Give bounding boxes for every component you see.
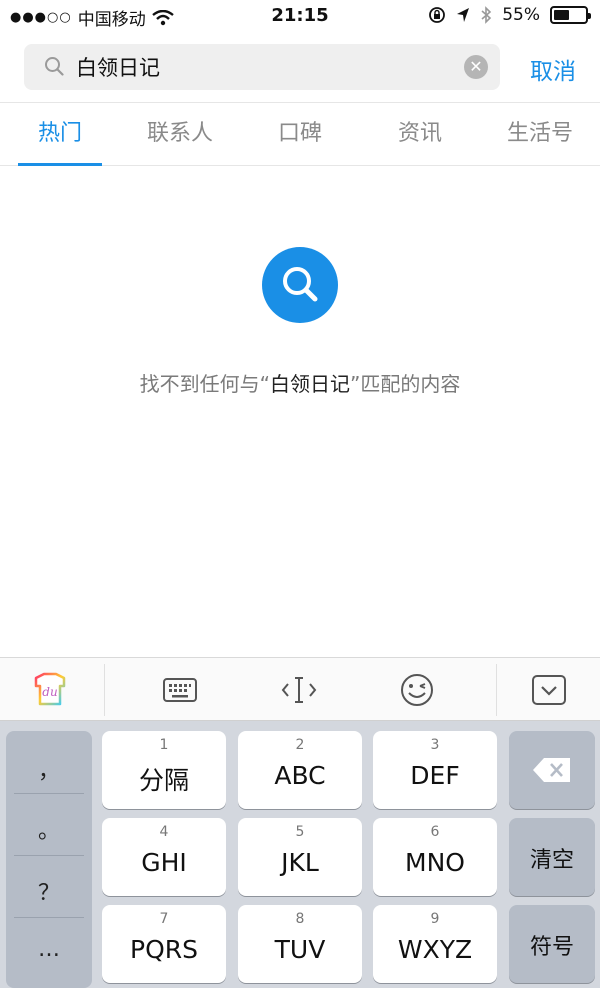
tab-news[interactable]: 资讯 bbox=[360, 103, 480, 165]
search-input[interactable] bbox=[76, 48, 456, 86]
collapse-icon[interactable] bbox=[529, 670, 569, 710]
toolbar-divider bbox=[104, 664, 105, 716]
search-row: ✕ 取消 bbox=[0, 34, 600, 102]
key-3[interactable]: 3 DEF bbox=[373, 731, 497, 809]
rotation-lock-icon bbox=[429, 7, 446, 23]
status-bar: ●●●○○ 中国移动 21:15 55% bbox=[0, 0, 600, 34]
key-number: 3 bbox=[430, 737, 440, 753]
punct-ellipsis-key[interactable]: … bbox=[6, 937, 92, 962]
status-right: 55% bbox=[428, 5, 591, 25]
key-label: PQRS bbox=[130, 935, 198, 964]
key-number: 6 bbox=[430, 824, 440, 840]
tab-koubei[interactable]: 口碑 bbox=[240, 103, 360, 165]
key-7[interactable]: 7 PQRS bbox=[102, 905, 226, 983]
key-number: 8 bbox=[295, 911, 305, 927]
keyboard: ， 。 ？ … 1 分隔 2 ABC 3 DEF 4 GHI 5 JKL 6 M… bbox=[0, 721, 600, 988]
tab-bar: 热门 联系人 口碑 资讯 生活号 bbox=[0, 102, 600, 166]
search-box[interactable]: ✕ bbox=[24, 44, 500, 90]
key-number: 7 bbox=[159, 911, 169, 927]
emoji-icon[interactable] bbox=[397, 670, 437, 710]
punctuation-column[interactable]: ， 。 ？ … bbox=[6, 731, 92, 988]
punct-question-key[interactable]: ？ bbox=[6, 875, 92, 907]
symbol-key-label: 符号 bbox=[529, 935, 574, 960]
empty-message-query: 白领日记 bbox=[270, 372, 350, 396]
svg-text:du: du bbox=[42, 685, 57, 699]
ime-logo-icon[interactable]: du bbox=[30, 670, 70, 710]
bluetooth-icon bbox=[481, 6, 492, 24]
key-8[interactable]: 8 TUV bbox=[238, 905, 362, 983]
empty-message-prefix: 找不到任何与“ bbox=[139, 372, 270, 396]
battery-percent: 55% bbox=[502, 5, 540, 25]
screen: ●●●○○ 中国移动 21:15 55% 白领日记 ✕ 取消 热门 联系人 口碑… bbox=[0, 0, 600, 988]
key-label: 分隔 bbox=[138, 766, 189, 795]
key-9[interactable]: 9 WXYZ bbox=[373, 905, 497, 983]
punct-divider bbox=[14, 917, 84, 918]
symbol-key[interactable]: 符号 bbox=[509, 905, 595, 983]
punct-period-key[interactable]: 。 bbox=[6, 813, 92, 845]
key-5[interactable]: 5 JKL bbox=[238, 818, 362, 896]
empty-message-suffix: ”匹配的内容 bbox=[350, 372, 461, 396]
key-label: TUV bbox=[274, 935, 326, 964]
key-label: WXYZ bbox=[397, 935, 473, 964]
key-1[interactable]: 1 分隔 bbox=[102, 731, 226, 809]
battery-fill bbox=[554, 10, 569, 20]
toolbar-divider bbox=[496, 664, 497, 716]
search-icon bbox=[283, 267, 318, 302]
keyboard-toolbar: du bbox=[0, 657, 600, 721]
backspace-icon bbox=[533, 758, 570, 782]
search-icon bbox=[45, 57, 64, 76]
key-label: GHI bbox=[141, 848, 187, 877]
key-number: 4 bbox=[159, 824, 169, 840]
backspace-key[interactable] bbox=[509, 731, 595, 809]
clear-key[interactable]: 清空 bbox=[509, 818, 595, 896]
tab-life-account[interactable]: 生活号 bbox=[480, 103, 600, 165]
punct-divider bbox=[14, 855, 84, 856]
key-6[interactable]: 6 MNO bbox=[373, 818, 497, 896]
clear-icon[interactable]: ✕ bbox=[464, 55, 488, 79]
key-4[interactable]: 4 GHI bbox=[102, 818, 226, 896]
cursor-icon[interactable] bbox=[279, 670, 319, 710]
key-number: 2 bbox=[295, 737, 305, 753]
punct-divider bbox=[14, 793, 84, 794]
tab-hot[interactable]: 热门 bbox=[0, 103, 120, 166]
key-number: 1 bbox=[159, 737, 169, 753]
key-label: ABC bbox=[274, 761, 326, 790]
key-2[interactable]: 2 ABC bbox=[238, 731, 362, 809]
key-label: DEF bbox=[410, 761, 460, 790]
cancel-button[interactable]: 取消 bbox=[530, 52, 576, 86]
battery-icon bbox=[550, 6, 591, 24]
key-label: JKL bbox=[281, 848, 319, 877]
empty-search-icon bbox=[262, 247, 338, 323]
empty-message: 找不到任何与“白领日记”匹配的内容 bbox=[0, 368, 600, 397]
keyboard-icon[interactable] bbox=[160, 670, 200, 710]
tab-contacts[interactable]: 联系人 bbox=[120, 103, 240, 165]
key-number: 9 bbox=[430, 911, 440, 927]
location-icon bbox=[457, 8, 470, 22]
key-number: 5 bbox=[295, 824, 305, 840]
punct-comma-key[interactable]: ， bbox=[6, 753, 92, 785]
key-label: MNO bbox=[405, 848, 465, 877]
clear-key-label: 清空 bbox=[529, 848, 574, 873]
